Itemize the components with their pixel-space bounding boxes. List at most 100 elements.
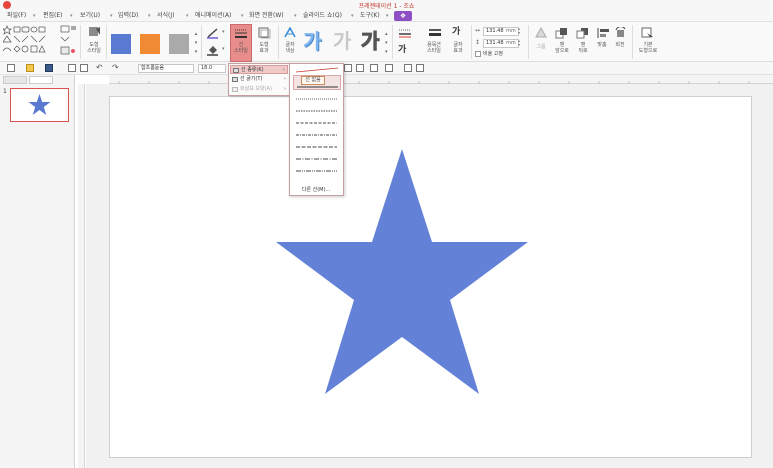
chevron-down-icon[interactable]: ▾	[33, 11, 36, 21]
basic-shape-icon[interactable]	[641, 27, 655, 39]
menu-line-type[interactable]: 선 종류(K) ›	[230, 65, 288, 74]
pen-icon[interactable]	[206, 27, 220, 39]
shape-style-label[interactable]: 도형 스타일	[84, 42, 104, 54]
more-lines-option[interactable]: 다른 선(M)...	[292, 186, 340, 193]
line-weight-icon	[232, 77, 238, 82]
bullet-list-icon[interactable]	[370, 64, 378, 72]
text-color-icon[interactable]	[283, 26, 297, 39]
align-left-icon[interactable]	[344, 64, 352, 72]
chevron-down-icon[interactable]: ▾	[70, 11, 73, 21]
menu-tools[interactable]: 도구(K)	[360, 11, 380, 21]
rotate-label[interactable]: 회전	[610, 42, 630, 48]
line-style-icon	[234, 27, 248, 39]
shape-effect-icon[interactable]	[257, 27, 271, 39]
text-effect-icon[interactable]: 가	[452, 26, 466, 38]
shape-edit-tools[interactable]	[60, 25, 78, 59]
wordart-style-label[interactable]: 용묵션 스타일	[421, 42, 447, 54]
chevron-down-icon[interactable]: ▾	[241, 11, 244, 21]
line-style-label: 선 스타일	[234, 42, 248, 54]
chevron-right-icon: ›	[284, 86, 286, 92]
chevron-down-icon[interactable]: ▾	[386, 11, 389, 21]
shape-color-swatch-gray[interactable]	[169, 34, 189, 54]
chevron-down-icon[interactable]: ▾	[186, 11, 189, 21]
drawing-tools-tab[interactable]: ❖	[394, 11, 412, 21]
shape-style-icon[interactable]	[86, 26, 102, 40]
menu-view[interactable]: 보기(U)	[80, 11, 100, 21]
print-icon[interactable]	[68, 64, 76, 72]
print-preview-icon[interactable]	[80, 64, 88, 72]
group-icon[interactable]	[534, 26, 548, 39]
font-name-select[interactable]: 함초롬돋움	[138, 64, 194, 73]
menu-transition[interactable]: 화면 전환(W)	[249, 11, 284, 21]
align-icon[interactable]	[597, 27, 611, 39]
height-icon: ↕	[475, 39, 481, 46]
line-option-none[interactable]	[293, 67, 341, 74]
slide-canvas[interactable]	[109, 96, 752, 458]
group-label[interactable]: 그룹	[531, 44, 551, 50]
shape-color-swatch-orange[interactable]	[140, 34, 160, 54]
keep-ratio-checkbox[interactable]	[475, 51, 481, 57]
ribbon-separator	[80, 25, 81, 59]
line-type-icon	[233, 68, 239, 73]
menu-slideshow[interactable]: 슬라이드 쇼(Q)	[303, 11, 342, 21]
height-stepper[interactable]: ▴ ▾	[518, 39, 520, 47]
width-unit: mm	[506, 28, 516, 34]
ribbon-separator	[106, 25, 107, 59]
menu-bar: 파일(F) ▾ 편집(E) ▾ 보기(U) ▾ 입력(D) ▾ 서식(J) ▾ …	[0, 10, 773, 22]
redo-icon[interactable]: ↷	[112, 63, 119, 72]
chevron-down-icon[interactable]: ▾	[222, 29, 225, 35]
height-unit: mm	[506, 40, 516, 46]
wordart-style-icon[interactable]	[428, 27, 442, 39]
menu-line-weight[interactable]: 선 굵기(T) ›	[230, 75, 288, 84]
numbered-list-icon[interactable]	[385, 64, 393, 72]
horizontal-ruler	[109, 75, 773, 84]
basic-shape-label[interactable]: 기본 도형으로	[632, 42, 664, 54]
swatch-scroll-controls[interactable]: ▴ ▾ ▾	[193, 30, 199, 58]
menu-insert[interactable]: 입력(D)	[118, 11, 138, 21]
chevron-down-icon[interactable]: ▾	[110, 11, 113, 21]
line-dash-options[interactable]	[293, 95, 341, 185]
chevron-down-icon[interactable]: ▾	[294, 11, 297, 21]
chevron-down-icon[interactable]: ▾	[222, 46, 225, 52]
wordart-scroll-controls[interactable]: ▴ ▾ ▾	[385, 30, 391, 57]
align-center-icon[interactable]	[356, 64, 364, 72]
line-style-menu: 선 종류(K) › 선 굵기(T) › 화살표 모양(A) ›	[228, 63, 290, 96]
chevron-down-icon[interactable]: ▾	[148, 11, 151, 21]
align-label[interactable]: 맞춤	[592, 42, 612, 48]
text-effect-label[interactable]: 글자 효과	[448, 42, 468, 54]
chevron-down-icon[interactable]: ▾	[351, 11, 354, 21]
tab-slides[interactable]	[3, 76, 27, 84]
menu-arrow-style: 화살표 모양(A) ›	[230, 85, 288, 94]
shape-effect-label[interactable]: 도형 효과	[253, 42, 275, 54]
rotate-icon[interactable]	[614, 26, 628, 39]
wordart-style-blue[interactable]: 가	[303, 30, 321, 52]
save-icon[interactable]	[45, 64, 53, 72]
thumbnail-star-shape	[28, 94, 51, 115]
send-back-icon[interactable]	[576, 27, 590, 39]
menu-edit[interactable]: 편집(E)	[43, 11, 63, 21]
outdent-icon[interactable]	[416, 64, 424, 72]
text-outline-icon[interactable]: 가	[398, 44, 412, 56]
ribbon-separator	[392, 25, 393, 59]
shapes-gallery[interactable]	[2, 25, 55, 59]
undo-icon[interactable]: ↶	[96, 63, 103, 72]
wordart-style-outline[interactable]: 가	[360, 30, 379, 53]
indent-icon[interactable]	[404, 64, 412, 72]
font-size-select[interactable]: 18.0	[198, 64, 226, 73]
slide-panel	[0, 75, 75, 468]
menu-file[interactable]: 파일(F)	[7, 11, 26, 21]
new-file-icon[interactable]	[7, 64, 15, 72]
wordart-style-gray[interactable]: 가	[333, 30, 351, 52]
text-color-label[interactable]: 글자 색상	[280, 42, 300, 54]
menu-animation[interactable]: 애니메이션(A)	[195, 11, 231, 21]
tab-outline[interactable]	[29, 76, 53, 84]
menu-format[interactable]: 서식(J)	[157, 11, 175, 21]
chevron-right-icon: ›	[284, 76, 286, 82]
slide-thumbnail[interactable]	[10, 88, 69, 122]
shape-color-swatch-blue[interactable]	[111, 34, 131, 54]
fill-bucket-icon[interactable]	[206, 44, 220, 56]
bring-front-icon[interactable]	[555, 27, 569, 39]
text-style-lines-icon[interactable]	[398, 27, 412, 39]
width-stepper[interactable]: ▴ ▾	[518, 27, 520, 35]
open-folder-icon[interactable]	[26, 64, 34, 72]
